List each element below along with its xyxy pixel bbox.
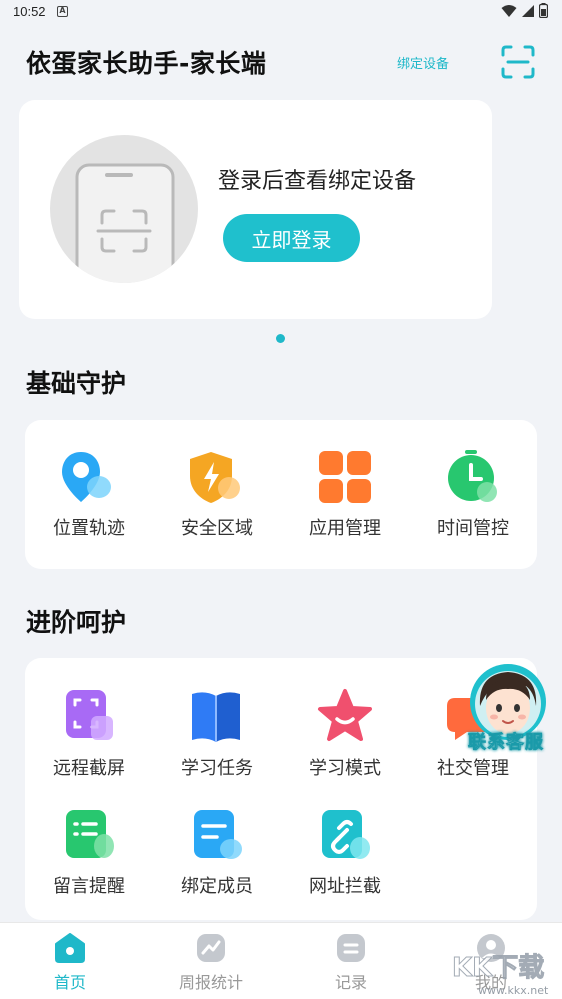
nav-label: 周报统计 bbox=[178, 973, 243, 992]
carousel-indicator bbox=[276, 334, 285, 343]
battery-icon bbox=[539, 3, 548, 18]
feature-remote-screenshot[interactable]: 远程截屏 bbox=[25, 688, 153, 780]
login-button[interactable]: 立即登录 bbox=[223, 214, 360, 262]
customer-service-label: 联系客服 bbox=[468, 732, 544, 754]
link-block-icon bbox=[322, 810, 370, 859]
watermark-logo-icon: KK下载 www.kkx.net bbox=[452, 953, 549, 998]
feature-safe-zone[interactable]: 安全区域 bbox=[153, 448, 281, 540]
chart-icon bbox=[197, 934, 225, 962]
nav-records[interactable]: 记录 bbox=[301, 931, 401, 993]
shield-icon bbox=[190, 452, 240, 503]
screenshot-icon bbox=[66, 690, 113, 740]
login-prompt: 登录后查看绑定设备 bbox=[218, 169, 417, 194]
feature-label: 应用管理 bbox=[309, 518, 381, 539]
wifi-icon bbox=[501, 4, 517, 17]
nav-home[interactable]: 首页 bbox=[20, 931, 120, 993]
feature-learning-mode[interactable]: 学习模式 bbox=[281, 688, 409, 780]
nav-weekly-report[interactable]: 周报统计 bbox=[161, 931, 261, 993]
feature-url-blocking[interactable]: 网址拦截 bbox=[281, 806, 409, 898]
feature-message-reminder[interactable]: 留言提醒 bbox=[25, 806, 153, 898]
feature-time-control[interactable]: 时间管控 bbox=[409, 448, 537, 540]
feature-label: 学习任务 bbox=[181, 758, 253, 779]
page-title: 依蛋家长助手-家长端 bbox=[26, 49, 267, 78]
watermark: KK下载 www.kkx.net bbox=[448, 944, 558, 998]
record-icon bbox=[337, 934, 365, 962]
book-icon bbox=[192, 692, 240, 742]
notification-icon: A bbox=[57, 6, 68, 17]
feature-label: 安全区域 bbox=[181, 518, 253, 539]
location-pin-icon bbox=[62, 452, 111, 502]
nav-label: 首页 bbox=[53, 973, 86, 992]
feature-app-management[interactable]: 应用管理 bbox=[281, 448, 409, 540]
advanced-section-title: 进阶呵护 bbox=[26, 608, 127, 637]
feature-label: 位置轨迹 bbox=[53, 518, 125, 539]
phone-scan-icon bbox=[75, 163, 175, 283]
feature-label: 网址拦截 bbox=[309, 876, 381, 897]
feature-label: 绑定成员 bbox=[181, 876, 253, 897]
signal-icon bbox=[522, 4, 534, 17]
app-grid-icon bbox=[319, 451, 371, 503]
status-bar: 10:52 A bbox=[0, 0, 562, 24]
scan-icon bbox=[501, 45, 535, 79]
home-icon bbox=[55, 933, 85, 963]
feature-bind-members[interactable]: 绑定成员 bbox=[153, 806, 281, 898]
basic-section-title: 基础守护 bbox=[26, 369, 127, 398]
login-card: 登录后查看绑定设备 立即登录 bbox=[19, 100, 492, 319]
status-time: 10:52 bbox=[13, 4, 46, 19]
alarm-clock-icon bbox=[448, 450, 497, 502]
app-header: 依蛋家长助手-家长端 绑定设备 bbox=[0, 24, 562, 98]
star-icon bbox=[318, 689, 372, 741]
nav-label: 记录 bbox=[334, 973, 367, 992]
feature-label: 时间管控 bbox=[437, 518, 509, 539]
message-note-icon bbox=[66, 810, 114, 858]
bind-device-link[interactable]: 绑定设备 bbox=[397, 53, 449, 72]
svg-text:KK下载: KK下载 bbox=[452, 953, 544, 983]
svg-text:www.kkx.net: www.kkx.net bbox=[478, 984, 549, 997]
feature-location[interactable]: 位置轨迹 bbox=[25, 448, 153, 540]
feature-label: 留言提醒 bbox=[53, 876, 125, 897]
feature-label: 学习模式 bbox=[309, 758, 381, 779]
status-indicators bbox=[501, 3, 548, 18]
member-card-icon bbox=[194, 810, 242, 859]
device-placeholder bbox=[50, 135, 198, 283]
customer-service-button[interactable]: 联系客服 bbox=[456, 662, 556, 758]
basic-feature-card: 位置轨迹 安全区域 应用管理 时间管控 bbox=[25, 420, 537, 569]
scan-button[interactable] bbox=[500, 44, 536, 80]
feature-learning-tasks[interactable]: 学习任务 bbox=[153, 688, 281, 780]
feature-label: 远程截屏 bbox=[53, 758, 125, 779]
